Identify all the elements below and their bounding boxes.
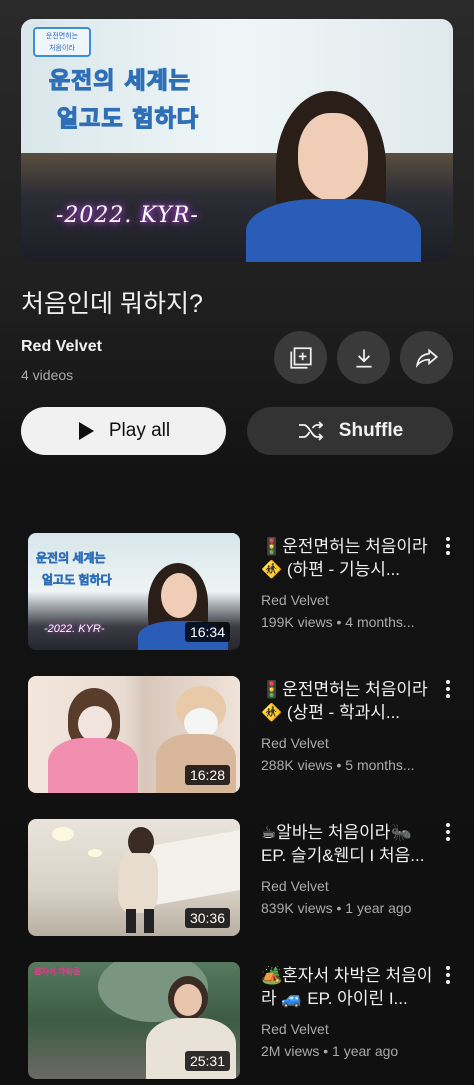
video-channel: Red Velvet bbox=[261, 592, 329, 608]
playlist-hero-thumbnail[interactable]: 운전면허는 처음이라 운전의 세계는 얼고도 험하다 -2022. KYR- bbox=[21, 19, 453, 262]
shuffle-icon bbox=[298, 421, 324, 441]
play-icon bbox=[78, 422, 94, 440]
hero-logo-badge: 운전면허는 처음이라 bbox=[33, 27, 91, 57]
video-list-item[interactable]: 혼자서 차박은 25:31 🏕️혼자서 차박은 처음이라 🚙 EP. 아이린 I… bbox=[28, 962, 458, 1079]
playlist-video-count: 4 videos bbox=[21, 367, 74, 383]
more-options-button[interactable] bbox=[442, 821, 454, 843]
video-thumbnail[interactable]: 30:36 bbox=[28, 819, 240, 936]
video-duration: 30:36 bbox=[184, 908, 230, 928]
video-duration: 25:31 bbox=[184, 1051, 230, 1071]
video-title[interactable]: 🚦운전면허는 처음이라 🚸 (상편 - 학과시... bbox=[261, 678, 437, 724]
share-button[interactable] bbox=[400, 331, 453, 384]
video-title[interactable]: ☕알바는 처음이라🐜 EP. 슬기&웬디 I 처음... bbox=[261, 821, 437, 867]
hero-date-caption: -2022. KYR- bbox=[56, 203, 199, 228]
playlist-channel-name[interactable]: Red Velvet bbox=[21, 338, 102, 356]
video-thumbnail[interactable]: 혼자서 차박은 25:31 bbox=[28, 962, 240, 1079]
share-icon bbox=[415, 348, 438, 368]
more-options-button[interactable] bbox=[442, 964, 454, 986]
video-meta: 839K views • 1 year ago bbox=[261, 900, 412, 916]
shuffle-button[interactable]: Shuffle bbox=[247, 407, 453, 455]
save-to-library-button[interactable] bbox=[274, 331, 327, 384]
play-all-button[interactable]: Play all bbox=[21, 407, 226, 455]
video-list-item[interactable]: 30:36 ☕알바는 처음이라🐜 EP. 슬기&웬디 I 처음... Red V… bbox=[28, 819, 458, 936]
video-thumbnail[interactable]: 운전의 세계는 얼고도 험하다 -2022. KYR- 16:34 bbox=[28, 533, 240, 650]
video-channel: Red Velvet bbox=[261, 1021, 329, 1037]
video-duration: 16:28 bbox=[184, 765, 230, 785]
playlist-title: 처음인데 뭐하지? bbox=[21, 290, 203, 318]
video-meta: 288K views • 5 months... bbox=[261, 757, 415, 773]
hero-caption-line2: 얼고도 험하다 bbox=[56, 105, 199, 132]
more-options-button[interactable] bbox=[442, 535, 454, 557]
hero-person-image bbox=[246, 81, 421, 262]
video-channel: Red Velvet bbox=[261, 735, 329, 751]
save-to-library-icon bbox=[289, 346, 312, 369]
video-duration: 16:34 bbox=[184, 622, 230, 642]
video-title[interactable]: 🚦운전면허는 처음이라 🚸 (하편 - 기능시... bbox=[261, 535, 437, 581]
video-list-item[interactable]: 운전의 세계는 얼고도 험하다 -2022. KYR- 16:34 🚦운전면허는… bbox=[28, 533, 458, 650]
video-thumbnail[interactable]: 16:28 bbox=[28, 676, 240, 793]
download-icon bbox=[355, 348, 372, 368]
download-button[interactable] bbox=[337, 331, 390, 384]
video-list-item[interactable]: 16:28 🚦운전면허는 처음이라 🚸 (상편 - 학과시... Red Vel… bbox=[28, 676, 458, 793]
video-channel: Red Velvet bbox=[261, 878, 329, 894]
hero-caption-line1: 운전의 세계는 bbox=[48, 67, 191, 94]
video-title[interactable]: 🏕️혼자서 차박은 처음이라 🚙 EP. 아이린 I... bbox=[261, 964, 437, 1010]
more-options-button[interactable] bbox=[442, 678, 454, 700]
shuffle-label: Shuffle bbox=[338, 420, 404, 441]
play-all-label: Play all bbox=[108, 420, 171, 441]
video-meta: 2M views • 1 year ago bbox=[261, 1043, 399, 1059]
video-meta: 199K views • 4 months... bbox=[261, 614, 415, 630]
